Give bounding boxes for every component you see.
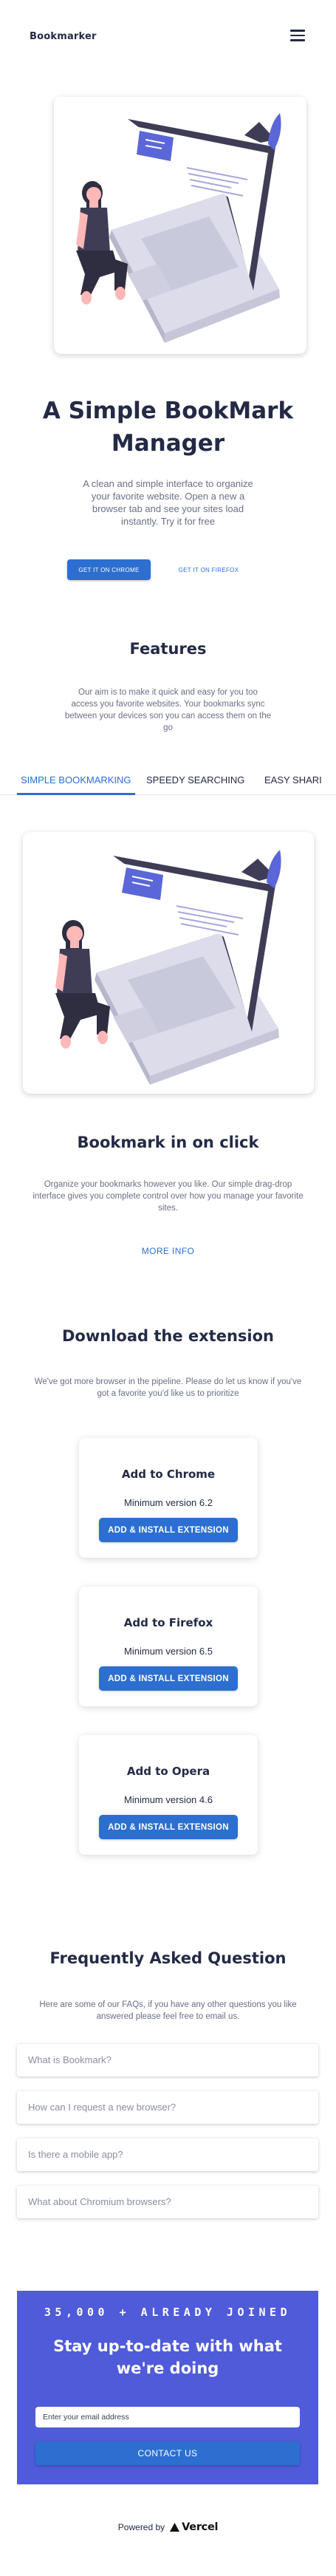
hero-description: A clean and simple interface to organize… — [83, 478, 253, 527]
hamburger-menu-icon[interactable] — [290, 30, 305, 41]
features-description: Our aim is to make it quick and easy for… — [64, 688, 272, 732]
firefox-extension-card: Add to Firefox Minimum version 6.5 ADD &… — [79, 1587, 258, 1706]
features-title: Features — [129, 640, 207, 658]
add-firefox-extension-button[interactable]: ADD & INSTALL EXTENSION — [99, 1666, 238, 1691]
feature-panel-title: Bookmark in on click — [77, 1134, 259, 1151]
site-footer: Powered by Vercel — [0, 2512, 336, 2542]
firefox-min-version: Minimum version 6.5 — [124, 1646, 213, 1657]
more-info-link[interactable]: MORE INFO — [0, 1246, 336, 1256]
extensions-title: Download the extension — [62, 1327, 274, 1345]
hero-illustration-card — [54, 97, 306, 354]
add-opera-extension-button[interactable]: ADD & INSTALL EXTENSION — [99, 1815, 238, 1839]
chrome-min-version: Minimum version 6.2 — [124, 1497, 213, 1508]
active-tab-indicator — [17, 793, 135, 795]
get-firefox-button[interactable]: GET IT ON FIREFOX — [167, 559, 250, 580]
faq-item-request-browser[interactable]: How can I request a new browser? — [17, 2091, 318, 2124]
site-header: Bookmarker — [0, 0, 336, 74]
faq-item-what-is-bookmark[interactable]: What is Bookmark? — [17, 2044, 318, 2076]
faq-item-mobile-app[interactable]: Is there a mobile app? — [17, 2139, 318, 2171]
powered-by-label: Powered by — [117, 2522, 165, 2532]
tab-simple-bookmarking[interactable]: SIMPLE BOOKMARKING — [21, 774, 131, 786]
faq-title: Frequently Asked Question — [49, 1949, 287, 1967]
cta-title: Stay up-to-date with what we're doing — [53, 2337, 282, 2377]
feature-panel-description: Organize your bookmarks however you like… — [32, 1180, 304, 1213]
email-input[interactable] — [35, 2407, 300, 2427]
woman-sitting-on-laptop-illustration — [76, 113, 281, 343]
brand-logo[interactable]: Bookmarker — [30, 31, 97, 42]
joined-count: 35,000 + ALREADY JOINED — [44, 2306, 292, 2319]
opera-card-title: Add to Opera — [126, 1765, 210, 1778]
faq-item-chromium[interactable]: What about Chromium browsers? — [17, 2186, 318, 2218]
firefox-card-title: Add to Firefox — [123, 1616, 213, 1629]
chrome-card-title: Add to Chrome — [121, 1468, 216, 1481]
feature-illustration-card — [23, 832, 314, 1094]
vercel-link[interactable]: Vercel — [170, 2521, 218, 2533]
woman-sitting-on-laptop-illustration — [55, 850, 281, 1085]
newsletter-cta: 35,000 + ALREADY JOINED Stay up-to-date … — [17, 2291, 318, 2484]
opera-min-version: Minimum version 4.6 — [124, 1794, 213, 1805]
add-chrome-extension-button[interactable]: ADD & INSTALL EXTENSION — [99, 1518, 238, 1542]
extensions-description: We've got more browser in the pipeline. … — [34, 1377, 302, 1398]
get-chrome-button[interactable]: GET IT ON CHROME — [67, 559, 151, 580]
tab-easy-sharing[interactable]: EASY SHARI — [264, 774, 322, 786]
faq-description: Here are some of our FAQs, if you have a… — [39, 2000, 297, 2021]
opera-extension-card: Add to Opera Minimum version 4.6 ADD & I… — [79, 1735, 258, 1855]
chrome-extension-card: Add to Chrome Minimum version 6.2 ADD & … — [79, 1438, 258, 1558]
contact-us-button[interactable]: CONTACT US — [35, 2442, 300, 2465]
tab-speedy-searching[interactable]: SPEEDY SEARCHING — [146, 774, 244, 786]
hero-title: A Simple BookMark Manager — [42, 398, 294, 457]
vercel-triangle-icon — [170, 2523, 180, 2532]
features-tabs: SIMPLE BOOKMARKING SPEEDY SEARCHING EASY… — [0, 763, 336, 795]
